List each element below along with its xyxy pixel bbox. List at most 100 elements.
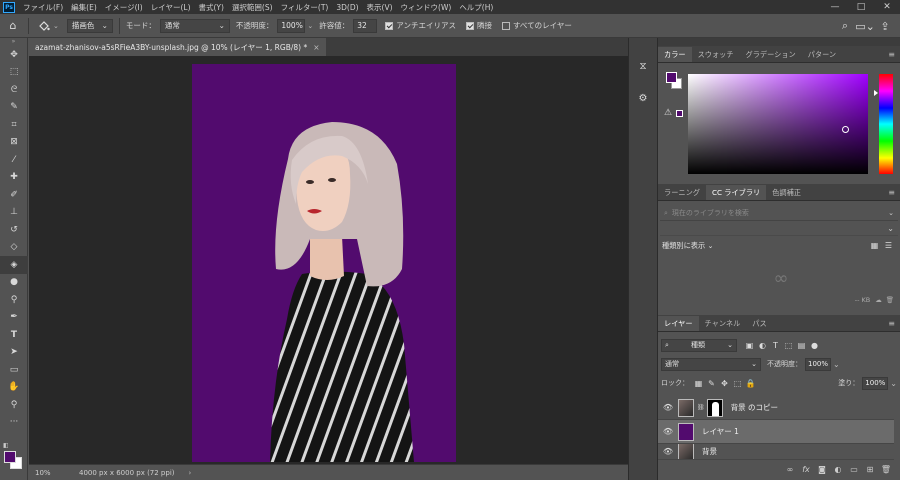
lock-all-icon[interactable]: 🔒 [744,379,757,388]
layer-mask-thumbnail[interactable] [706,398,723,417]
eraser-tool-icon[interactable]: ◇ [0,239,28,257]
fill-source-dropdown[interactable]: 描画色 ⌄ [66,18,113,33]
adjustment-filter-icon[interactable]: ◐ [756,341,769,350]
color-picker-cursor[interactable] [842,126,849,133]
paint-bucket-tool-icon[interactable]: ◈ [0,256,28,274]
chevron-down-icon[interactable]: ⌄ [833,360,840,369]
visibility-eye-icon[interactable]: 👁 [658,447,678,456]
panel-menu-icon[interactable]: ≡ [888,319,895,328]
trash-icon[interactable]: 🗑 [886,296,894,304]
tolerance-input[interactable]: 32 [353,18,378,33]
frame-tool-icon[interactable]: ⊠ [0,134,28,152]
healing-brush-tool-icon[interactable]: ✚ [0,169,28,187]
smart-object-filter-icon[interactable]: ▤ [795,341,808,350]
brush-tool-icon[interactable]: ✐ [0,186,28,204]
more-tools-icon[interactable]: ··· [0,414,28,432]
layer-name[interactable]: 背景 のコピー [731,402,778,413]
document-canvas[interactable] [192,64,456,462]
collapse-icon[interactable]: » [0,38,27,46]
default-colors-icon[interactable]: ◧ [3,442,9,449]
properties-panel-icon[interactable]: ⚙ [629,86,657,110]
search-icon[interactable]: ⌕ [836,17,854,35]
panel-menu-icon[interactable]: ≡ [888,188,895,197]
menu-type[interactable]: 書式(Y) [195,2,228,13]
new-group-icon[interactable]: ▭ [846,465,862,474]
filter-toggle-icon[interactable]: ● [808,341,821,350]
history-panel-icon[interactable]: ⧖ [629,54,657,78]
zoom-level[interactable]: 10% [35,469,71,477]
trash-icon[interactable]: 🗑 [878,465,894,474]
lasso-tool-icon[interactable]: ᘓ [0,81,28,99]
chevron-down-icon[interactable]: ⌄ [53,22,59,30]
lock-transparency-icon[interactable]: ▦ [692,379,705,388]
close-window-button[interactable]: ✕ [874,0,900,14]
menu-window[interactable]: ウィンドウ(W) [397,2,456,13]
grid-view-icon[interactable]: ▦ [871,241,879,250]
view-by-dropdown[interactable]: 種類別に表示 ⌄ [662,241,713,251]
share-icon[interactable]: ⇪ [876,17,894,35]
eyedropper-tool-icon[interactable]: ⁄ [0,151,28,169]
tab-patterns[interactable]: パターン [802,47,842,62]
tab-learn[interactable]: ラーニング [658,185,706,200]
canvas-area[interactable] [29,56,628,464]
antialias-checkbox[interactable] [385,21,394,30]
maximize-button[interactable]: □ [848,0,874,14]
close-icon[interactable]: × [313,43,319,52]
hue-slider-handle[interactable] [874,90,878,96]
cloud-icon[interactable]: ☁ [875,296,882,304]
history-brush-tool-icon[interactable]: ↺ [0,221,28,239]
layer-opacity-input[interactable]: 100% [805,357,831,371]
tab-paths[interactable]: パス [746,316,772,331]
visibility-eye-icon[interactable]: 👁 [658,427,678,436]
opacity-input[interactable]: 100% [277,18,306,33]
foreground-color-swatch[interactable] [666,72,677,83]
pen-tool-icon[interactable]: ✒ [0,309,28,327]
layer-item[interactable]: 👁 背景 [658,444,894,460]
fill-input[interactable]: 100% [862,376,889,390]
menu-filter[interactable]: フィルター(T) [277,2,333,13]
minimize-button[interactable]: — [822,0,848,14]
marquee-tool-icon[interactable]: ⬚ [0,64,28,82]
tab-gradients[interactable]: グラデーション [740,47,802,62]
tab-layers[interactable]: レイヤー [658,316,699,331]
tab-cc-libraries[interactable]: CC ライブラリ [705,185,767,200]
menu-select[interactable]: 選択範囲(S) [228,2,277,13]
tab-adjustments[interactable]: 色調補正 [766,185,807,200]
shape-filter-icon[interactable]: ⬚ [782,341,795,350]
crop-tool-icon[interactable]: ⌗ [0,116,28,134]
web-safe-swatch[interactable] [676,110,683,117]
tab-channels[interactable]: チャンネル [699,316,747,331]
add-mask-icon[interactable]: ◙ [814,465,830,474]
tab-swatches[interactable]: スウォッチ [692,47,740,62]
library-search-input[interactable]: ⌕ 現在のライブラリを検索 ⌄ [660,206,898,221]
move-tool-icon[interactable]: ✥ [0,46,28,64]
layer-name[interactable]: レイヤー 1 [702,426,739,437]
link-layers-icon[interactable]: ∞ [782,465,798,474]
chevron-right-icon[interactable]: › [189,469,192,477]
lock-artboard-icon[interactable]: ⬚ [731,379,744,388]
type-tool-icon[interactable]: T [0,326,28,344]
chevron-down-icon[interactable]: ⌄ [890,379,897,388]
blend-mode-dropdown[interactable]: 通常 ⌄ [661,357,761,371]
saturation-value-picker[interactable] [688,74,868,174]
list-view-icon[interactable]: ☰ [885,241,892,250]
blur-tool-icon[interactable]: ● [0,274,28,292]
workspace-icon[interactable]: ▭⌄ [854,17,876,35]
adjustment-layer-icon[interactable]: ◐ [830,465,846,474]
lock-position-icon[interactable]: ✥ [718,379,731,388]
menu-edit[interactable]: 編集(E) [67,2,101,13]
home-icon[interactable]: ⌂ [4,17,22,35]
quick-select-tool-icon[interactable]: ✎ [0,99,28,117]
link-icon[interactable]: ⛓ [697,404,705,411]
new-layer-icon[interactable]: ⊞ [862,465,878,474]
layer-style-icon[interactable]: fx [798,465,814,474]
contiguous-checkbox[interactable] [465,21,474,30]
layer-item-selected[interactable]: 👁 レイヤー 1 [658,420,894,444]
document-tab[interactable]: azamat-zhanisov-a5sRFieA3BY-unsplash.jpg… [29,38,326,56]
menu-image[interactable]: イメージ(I) [101,2,147,13]
clone-stamp-tool-icon[interactable]: ⊥ [0,204,28,222]
paint-bucket-tool-preset-icon[interactable] [35,17,53,35]
menu-3d[interactable]: 3D(D) [332,3,362,12]
visibility-eye-icon[interactable]: 👁 [658,403,678,412]
tab-color[interactable]: カラー [658,47,692,62]
